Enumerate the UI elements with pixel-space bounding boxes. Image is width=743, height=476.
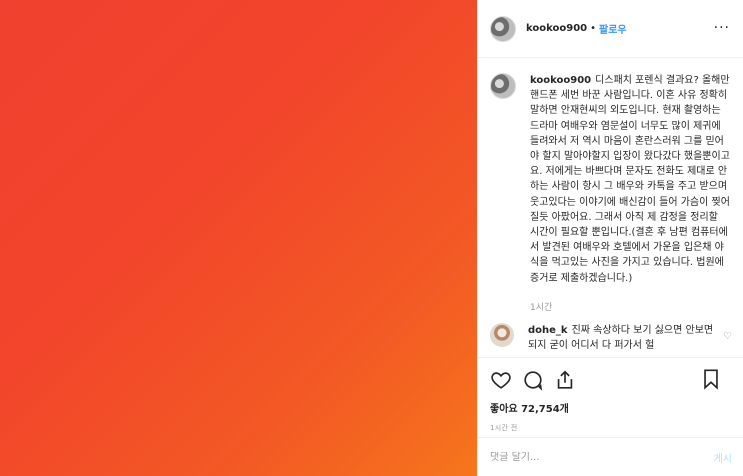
- caption-text: kookoo900 디스패치 포렌식 결과요? 올해만 핸드폰 세번 바꾼 사람입…: [530, 73, 730, 286]
- header-username[interactable]: kookoo900: [526, 23, 587, 34]
- follow-button[interactable]: 팔로우: [599, 21, 627, 36]
- post-header: kookoo900 • 팔로우 ···: [478, 0, 743, 58]
- more-options-icon[interactable]: ···: [714, 20, 730, 36]
- comment-like-icon[interactable]: ♡: [723, 331, 732, 342]
- separator-dot: •: [590, 23, 597, 34]
- likes-count[interactable]: 좋아요 72,754개: [490, 400, 732, 415]
- comment-text: dohe_k 진짜 속상하다 보기 싫으면 안보면되지 굳이 어디서 다 퍼가서 …: [528, 323, 718, 353]
- post-actions: 좋아요 72,754개 1시간 전: [478, 357, 743, 437]
- share-icon[interactable]: [554, 369, 576, 391]
- post-comment-button[interactable]: 게시: [714, 450, 732, 465]
- heart-icon[interactable]: [490, 369, 512, 391]
- caption-time[interactable]: 1시간: [530, 300, 730, 313]
- post-caption: kookoo900 디스패치 포렌식 결과요? 올해만 핸드폰 세번 바꾼 사람입…: [490, 73, 732, 313]
- action-icons: [490, 368, 732, 392]
- post-side-panel: kookoo900 • 팔로우 ··· kookoo900 디스패치 포렌식 결과…: [477, 0, 743, 476]
- comment-username[interactable]: dohe_k: [528, 325, 568, 336]
- comments-list[interactable]: kookoo900 디스패치 포렌식 결과요? 올해만 핸드폰 세번 바꾼 사람입…: [478, 59, 743, 357]
- list-item: dohe_k 진짜 속상하다 보기 싫으면 안보면되지 굳이 어디서 다 퍼가서 …: [490, 322, 732, 353]
- caption-body: kookoo900 디스패치 포렌식 결과요? 올해만 핸드폰 세번 바꾼 사람입…: [530, 73, 730, 313]
- caption-content: 디스패치 포렌식 결과요? 올해만 핸드폰 세번 바꾼 사람입니다. 이혼 사유…: [530, 75, 730, 284]
- avatar[interactable]: [490, 73, 516, 99]
- caption-username[interactable]: kookoo900: [530, 75, 591, 86]
- post-photo[interactable]: [0, 0, 477, 476]
- avatar[interactable]: [490, 322, 514, 347]
- post-timestamp[interactable]: 1시간 전: [490, 423, 732, 433]
- comment-icon[interactable]: [522, 369, 544, 391]
- comment-input[interactable]: [490, 451, 714, 463]
- avatar[interactable]: [490, 15, 516, 42]
- bookmark-icon[interactable]: [700, 368, 722, 390]
- add-comment-bar: 게시: [478, 437, 743, 476]
